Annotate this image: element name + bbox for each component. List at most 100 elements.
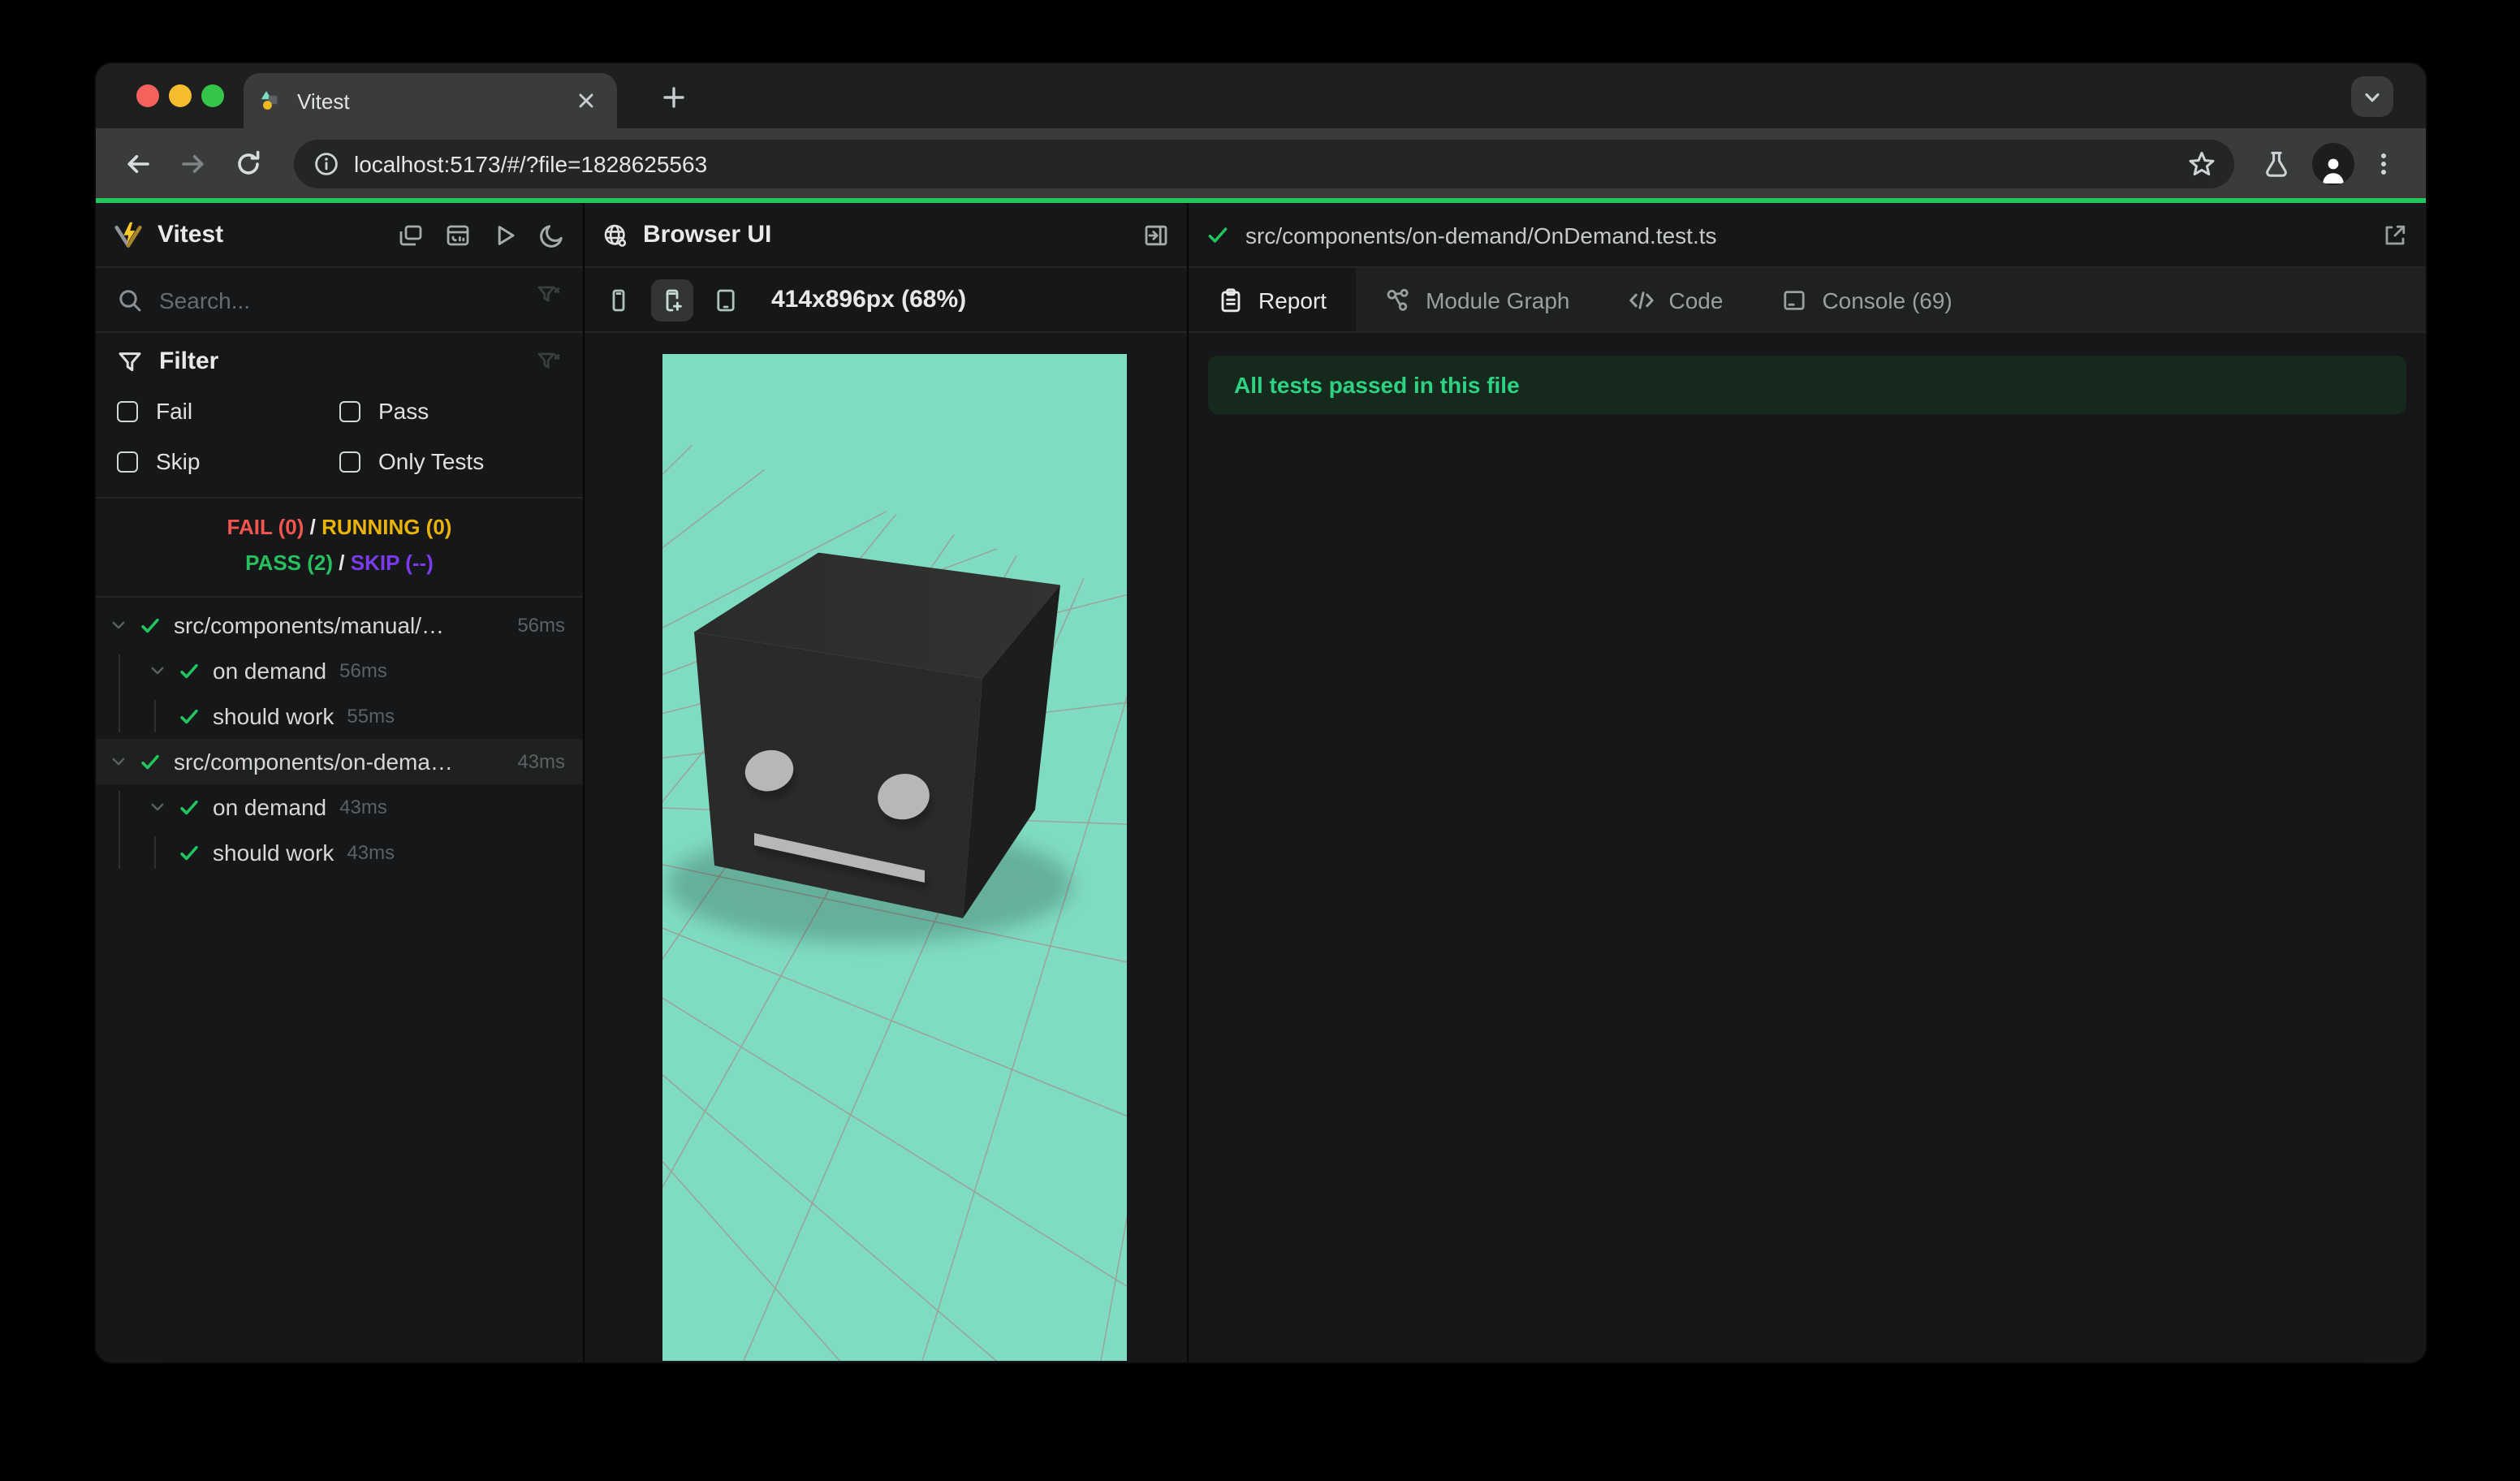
url-text[interactable]: localhost:5173/#/?file=1828625563: [354, 150, 2173, 176]
filter-option-label: Only Tests: [378, 448, 485, 474]
checkbox[interactable]: [339, 451, 360, 472]
chevron-down-icon[interactable]: [149, 663, 166, 679]
site-info-icon[interactable]: [313, 150, 339, 176]
reload-button[interactable]: [226, 140, 271, 186]
dock-panel-icon[interactable]: [1143, 222, 1169, 248]
browser-tab-strip: Vitest: [96, 63, 2426, 128]
report-panel-icon[interactable]: [445, 222, 471, 248]
dark-mode-moon-icon[interactable]: [539, 222, 565, 248]
device-phone-plus-button[interactable]: [651, 278, 693, 321]
report-icon: [1218, 287, 1244, 313]
pass-check-icon: [179, 797, 200, 818]
tree-item-label: src/components/on-dema…: [174, 749, 453, 775]
dashboard-windows-icon[interactable]: [398, 222, 424, 248]
search-input[interactable]: Search...: [96, 268, 583, 333]
all-passed-banner: All tests passed in this file: [1208, 356, 2406, 414]
search-icon: [119, 289, 141, 311]
tab-label: Module Graph: [1426, 287, 1570, 313]
tab-search-button[interactable]: [2351, 76, 2393, 117]
filter-option-pass[interactable]: Pass: [339, 398, 562, 424]
tab-title: Vitest: [297, 89, 350, 113]
filter-option-label: Pass: [378, 398, 429, 424]
tree-item-label: should work: [213, 703, 334, 729]
tree-item-label: should work: [213, 840, 334, 866]
device-tablet-button[interactable]: [705, 278, 747, 321]
address-bar[interactable]: localhost:5173/#/?file=1828625563: [294, 139, 2234, 188]
pass-check-icon: [140, 751, 161, 772]
filter-option-skip[interactable]: Skip: [117, 448, 339, 474]
browser-menu-kebab-icon[interactable]: [2361, 140, 2406, 186]
tab-report[interactable]: Report: [1189, 268, 1357, 331]
result-file-path: src/components/on-demand/OnDemand.test.t…: [1245, 222, 1717, 248]
checkbox[interactable]: [339, 400, 360, 421]
checkbox[interactable]: [117, 400, 138, 421]
run-all-play-icon[interactable]: [492, 222, 518, 248]
open-external-icon[interactable]: [2382, 222, 2408, 248]
profile-avatar[interactable]: [2312, 142, 2354, 184]
maximize-window-button[interactable]: [201, 84, 224, 107]
filter-funnel-icon: [119, 352, 141, 371]
filter-option-only-tests[interactable]: Only Tests: [339, 448, 562, 474]
tree-suite-row[interactable]: on demand 56ms: [96, 648, 583, 693]
browser-ui-panel: Browser UI 414x896px (68%): [585, 203, 1189, 1362]
experiments-flask-icon[interactable]: [2254, 140, 2299, 186]
tree-indent-guide: [119, 791, 120, 869]
tree-file-row[interactable]: src/components/on-dema… 43ms: [96, 739, 583, 784]
tab-console-69[interactable]: Console (69): [1752, 268, 1981, 331]
results-tab-bar: Report Module Graph Code Console (69): [1189, 268, 2426, 333]
tab-code[interactable]: Code: [1599, 268, 1753, 331]
module-graph-icon: [1385, 287, 1411, 313]
forward-button[interactable]: [170, 140, 216, 186]
tree-suite-row[interactable]: on demand 43ms: [96, 784, 583, 830]
vitest-logo-icon: [114, 221, 142, 247]
chevron-down-icon[interactable]: [110, 753, 127, 770]
preview-title: Browser UI: [643, 221, 772, 248]
bookmark-star-icon[interactable]: [2179, 140, 2224, 186]
device-phone-small-button[interactable]: [598, 278, 640, 321]
tree-item-label: src/components/manual/…: [174, 612, 445, 638]
tree-item-duration: 56ms: [517, 614, 565, 637]
chevron-down-icon[interactable]: [110, 617, 127, 633]
tree-test-row[interactable]: should work 43ms: [96, 830, 583, 875]
tree-indent-guide: [119, 654, 120, 732]
summary-separator: /: [309, 515, 316, 539]
close-window-button[interactable]: [136, 84, 159, 107]
sidebar-title: Vitest: [158, 221, 224, 248]
filter-section: Filter Fail Pass Skip Only Tests: [96, 333, 583, 499]
vitest-favicon: [261, 91, 278, 110]
browser-window: Vitest localhost:5173/#/?file=1828625563…: [96, 63, 2426, 1362]
search-placeholder: Search...: [159, 287, 251, 313]
summary-separator: /: [339, 551, 345, 575]
tab-close-icon[interactable]: [572, 86, 601, 115]
sidebar-header: Vitest: [96, 203, 583, 268]
checkbox[interactable]: [117, 451, 138, 472]
back-button[interactable]: [115, 140, 161, 186]
browser-tab-vitest[interactable]: Vitest: [244, 73, 617, 128]
code-icon: [1629, 287, 1655, 313]
minimize-window-button[interactable]: [169, 84, 192, 107]
device-toolbar: 414x896px (68%): [585, 268, 1187, 333]
tree-item-duration: 43ms: [347, 841, 395, 864]
test-tree: src/components/manual/… 56ms on demand 56ms…: [96, 598, 583, 875]
new-tab-button[interactable]: [656, 80, 692, 115]
filter-option-fail[interactable]: Fail: [117, 398, 339, 424]
tree-item-duration: 55ms: [347, 705, 395, 728]
chevron-down-icon[interactable]: [149, 799, 166, 815]
tested-app-viewport[interactable]: [662, 354, 1127, 1361]
robot-cube: [667, 552, 1072, 943]
clear-search-filter-icon[interactable]: [536, 283, 562, 317]
filter-title: Filter: [159, 348, 219, 375]
tree-item-duration: 43ms: [517, 750, 565, 773]
tab-module-graph[interactable]: Module Graph: [1356, 268, 1599, 331]
tree-test-row[interactable]: should work 55ms: [96, 693, 583, 739]
tab-label: Code: [1668, 287, 1724, 313]
chevron-down-icon: [2365, 92, 2380, 101]
tree-file-row[interactable]: src/components/manual/… 56ms: [96, 602, 583, 648]
running-count: RUNNING (0): [321, 515, 452, 539]
pass-check-icon: [140, 615, 161, 636]
globe-icon: [604, 223, 627, 246]
filter-option-label: Skip: [156, 448, 201, 474]
tree-item-label: on demand: [213, 658, 327, 684]
results-header: src/components/on-demand/OnDemand.test.t…: [1189, 203, 2426, 268]
clear-filters-icon[interactable]: [536, 348, 562, 374]
